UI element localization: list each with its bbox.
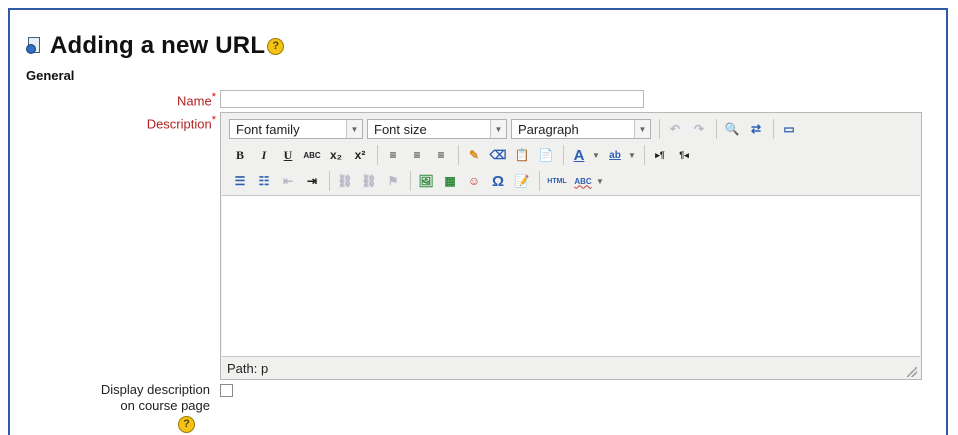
help-icon[interactable]: ? bbox=[178, 416, 195, 433]
description-text-area[interactable] bbox=[222, 195, 920, 357]
url-form-frame: Adding a new URL ? General Name* Descrip… bbox=[0, 0, 958, 435]
unlink-icon[interactable]: ⛓ bbox=[358, 171, 380, 191]
spellcheck-icon[interactable]: ABC bbox=[572, 171, 594, 191]
underline-button[interactable]: U bbox=[277, 145, 299, 165]
toolbar-separator bbox=[563, 145, 564, 165]
required-marker: * bbox=[211, 91, 216, 103]
toolbar-separator bbox=[539, 171, 540, 191]
editor-path-status: Path: p bbox=[227, 361, 269, 376]
page-title: Adding a new URL bbox=[50, 32, 266, 59]
align-left-icon[interactable]: ≡ bbox=[382, 145, 404, 165]
cleanup-icon[interactable]: ✎ bbox=[463, 145, 485, 165]
description-label-text: Description bbox=[146, 116, 212, 132]
display-description-label-line2: on course page bbox=[120, 398, 210, 413]
highlight-color-icon[interactable]: ab bbox=[604, 145, 626, 165]
toolbar-separator bbox=[410, 171, 411, 191]
anchor-icon[interactable]: ⚑ bbox=[382, 171, 404, 191]
font-size-value: Font size bbox=[374, 121, 427, 137]
strikethrough-button[interactable]: ABC bbox=[301, 145, 323, 165]
chevron-down-icon[interactable]: ▼ bbox=[628, 151, 638, 160]
insert-media-icon[interactable]: ▦ bbox=[439, 171, 461, 191]
toolbar-separator bbox=[644, 145, 645, 165]
toolbar-separator bbox=[329, 171, 330, 191]
display-description-label-line1: Display description bbox=[100, 382, 210, 397]
align-right-icon[interactable]: ≡ bbox=[430, 145, 452, 165]
text-color-icon[interactable]: A bbox=[568, 145, 590, 165]
font-family-select[interactable]: Font family ▼ bbox=[229, 119, 363, 139]
format-select[interactable]: Paragraph ▼ bbox=[511, 119, 651, 139]
edit-table-icon[interactable]: 📝 bbox=[511, 171, 533, 191]
editor-toolbar-row-2: B I U ABC x₂ x² ≡ ≡ ≡ ✎ ⌫ 📋 📄 A ▼ ab ▼ ▸… bbox=[229, 143, 697, 167]
numbered-list-icon[interactable]: ☷ bbox=[253, 171, 275, 191]
help-icon[interactable]: ? bbox=[267, 37, 285, 55]
emoticon-icon[interactable]: ☺ bbox=[463, 171, 485, 191]
chevron-down-icon: ▼ bbox=[346, 120, 362, 138]
section-general-title: General bbox=[26, 68, 75, 83]
fullscreen-icon[interactable]: ▭ bbox=[778, 119, 800, 139]
font-family-value: Font family bbox=[236, 121, 300, 137]
name-label-text: Name bbox=[177, 93, 212, 109]
format-value: Paragraph bbox=[518, 121, 579, 137]
name-label: Name* bbox=[120, 91, 216, 108]
outdent-icon[interactable]: ⇤ bbox=[277, 171, 299, 191]
replace-icon[interactable]: ⇄ bbox=[745, 119, 767, 139]
ltr-direction-icon[interactable]: ▸¶ bbox=[649, 145, 671, 165]
undo-icon[interactable]: ↶ bbox=[664, 119, 686, 139]
toolbar-separator bbox=[716, 119, 717, 139]
chevron-down-icon[interactable]: ▼ bbox=[592, 151, 602, 160]
subscript-button[interactable]: x₂ bbox=[325, 145, 347, 165]
toolbar-separator bbox=[659, 119, 660, 139]
bullet-list-icon[interactable]: ☰ bbox=[229, 171, 251, 191]
display-description-label: Display description on course page bbox=[40, 382, 210, 414]
required-marker: * bbox=[211, 114, 216, 126]
editor-toolbar-row-3: ☰ ☷ ⇤ ⇥ ⛓ ⛓ ⚑ 🖼 ▦ ☺ Ω 📝 HTML ABC ▼ bbox=[229, 169, 608, 193]
chevron-down-icon: ▼ bbox=[634, 120, 650, 138]
frame-right-border bbox=[946, 8, 948, 435]
html-source-icon[interactable]: HTML bbox=[544, 171, 570, 191]
toolbar-separator bbox=[773, 119, 774, 139]
name-input[interactable] bbox=[220, 90, 644, 108]
special-character-icon[interactable]: Ω bbox=[487, 171, 509, 191]
italic-button[interactable]: I bbox=[253, 145, 275, 165]
find-icon[interactable]: 🔍 bbox=[721, 119, 743, 139]
editor-toolbar-row-1: Font family ▼ Font size ▼ Paragraph ▼ ↶ … bbox=[229, 117, 802, 141]
toolbar-separator bbox=[458, 145, 459, 165]
align-center-icon[interactable]: ≡ bbox=[406, 145, 428, 165]
superscript-button[interactable]: x² bbox=[349, 145, 371, 165]
display-description-checkbox[interactable] bbox=[220, 384, 233, 397]
insert-image-icon[interactable]: 🖼 bbox=[415, 171, 437, 191]
rtl-direction-icon[interactable]: ¶◂ bbox=[673, 145, 695, 165]
bold-button[interactable]: B bbox=[229, 145, 251, 165]
chevron-down-icon[interactable]: ▼ bbox=[596, 177, 606, 186]
remove-format-icon[interactable]: ⌫ bbox=[487, 145, 509, 165]
frame-top-border bbox=[8, 8, 948, 10]
indent-icon[interactable]: ⇥ bbox=[301, 171, 323, 191]
redo-icon[interactable]: ↷ bbox=[688, 119, 710, 139]
link-icon[interactable]: ⛓ bbox=[334, 171, 356, 191]
page-heading: Adding a new URL ? bbox=[26, 32, 285, 60]
resize-grip-icon[interactable] bbox=[907, 367, 917, 377]
toolbar-separator bbox=[377, 145, 378, 165]
description-editor: Font family ▼ Font size ▼ Paragraph ▼ ↶ … bbox=[220, 112, 922, 380]
chevron-down-icon: ▼ bbox=[490, 120, 506, 138]
description-label: Description* bbox=[80, 114, 216, 131]
font-size-select[interactable]: Font size ▼ bbox=[367, 119, 507, 139]
paste-word-icon[interactable]: 📄 bbox=[535, 145, 557, 165]
frame-left-border bbox=[8, 8, 10, 435]
url-resource-icon bbox=[26, 37, 42, 55]
paste-text-icon[interactable]: 📋 bbox=[511, 145, 533, 165]
